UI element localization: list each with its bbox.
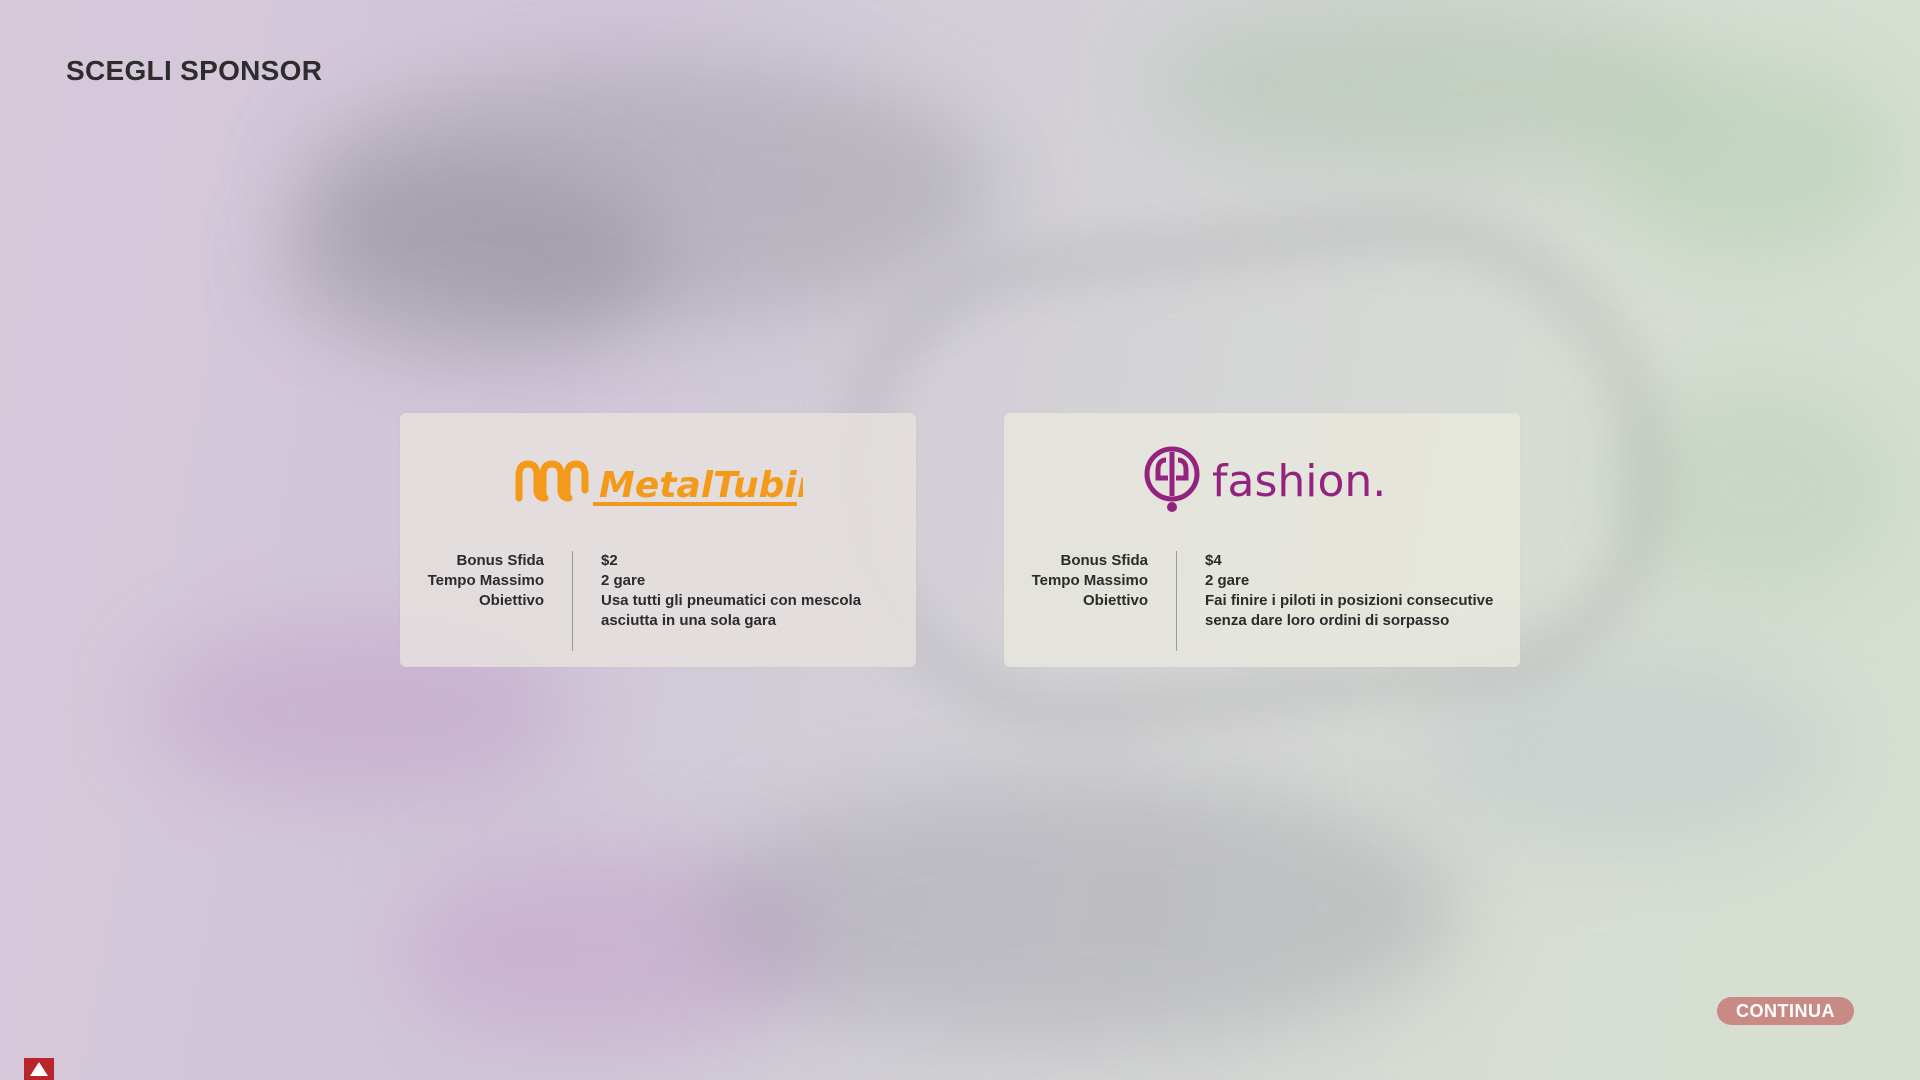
time-value: 2 gare (1205, 572, 1250, 589)
bonus-label: Bonus Sfida (1060, 552, 1148, 569)
time-label: Tempo Massimo (427, 572, 544, 589)
svg-text:MetalTubing: MetalTubing (599, 465, 803, 506)
goal-value: Usa tutti gli pneumatici con mescola asc… (601, 592, 862, 629)
background (0, 0, 1920, 1080)
bonus-value: $4 (1205, 552, 1222, 569)
goal-value: Fai finire i piloti in posizioni consecu… (1205, 592, 1494, 629)
sponsor-card-fashion[interactable]: fashion. Bonus Sfida Tempo Massimo Obiet… (1004, 413, 1520, 667)
sponsor-card-metaltubing[interactable]: MetalTubing Bonus Sfida Tempo Massimo Ob… (400, 413, 916, 667)
time-value: 2 gare (601, 572, 646, 589)
bonus-value: $2 (601, 552, 618, 569)
divider (1176, 551, 1177, 651)
bonus-label: Bonus Sfida (456, 552, 544, 569)
time-label: Tempo Massimo (1031, 572, 1148, 589)
warning-triangle-icon (24, 1058, 54, 1080)
svg-text:fashion.: fashion. (1212, 456, 1382, 507)
fashion-logo: fashion. (1004, 446, 1520, 513)
metaltubing-logo: MetalTubing (400, 447, 916, 513)
divider (572, 551, 573, 651)
goal-label: Obiettivo (478, 592, 544, 609)
continue-button[interactable]: CONTINUA (1717, 997, 1854, 1025)
page-title: SCEGLI SPONSOR (66, 55, 323, 86)
goal-label: Obiettivo (1082, 592, 1148, 609)
